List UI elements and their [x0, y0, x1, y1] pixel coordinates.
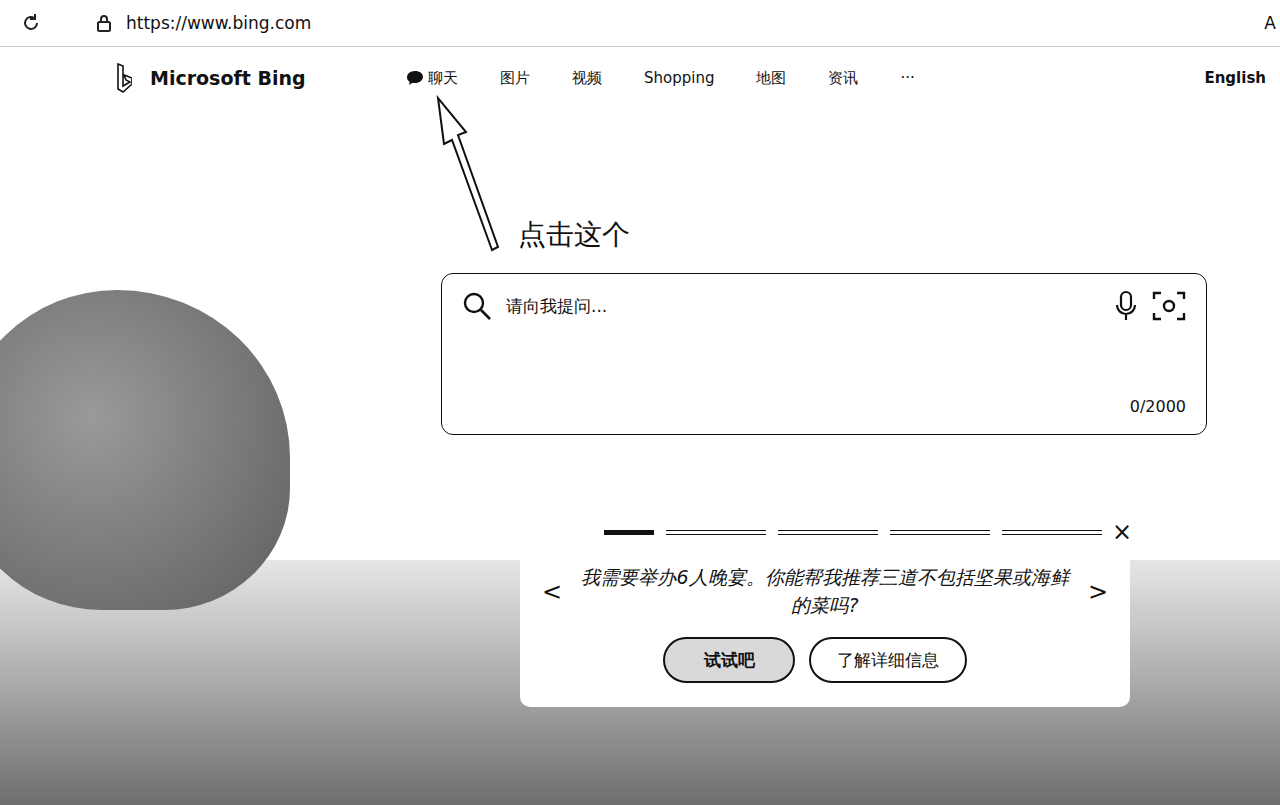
- toolbar-text[interactable]: A: [1264, 13, 1280, 33]
- nav-item[interactable]: ···: [900, 69, 914, 87]
- bing-logo-icon: [116, 63, 132, 93]
- nav-item[interactable]: Shopping: [644, 69, 714, 87]
- carousel-step[interactable]: [604, 530, 654, 535]
- address-bar: https://www.bing.com A: [0, 0, 1280, 47]
- search-icon: [462, 291, 492, 321]
- nav-item[interactable]: 图片: [500, 69, 530, 88]
- nav-item[interactable]: 聊天: [406, 69, 458, 88]
- tree-shape: [0, 290, 290, 610]
- search-placeholder[interactable]: 请向我提问...: [506, 295, 1100, 318]
- header-nav: Microsoft Bing 聊天 图片 视频 Shopping 地图 资讯 ·…: [0, 47, 1280, 109]
- card-button[interactable]: 了解详细信息: [809, 637, 967, 683]
- carousel-step[interactable]: [890, 530, 990, 535]
- logo[interactable]: Microsoft Bing: [116, 63, 406, 93]
- search-box[interactable]: 请向我提问... 0/2000: [441, 273, 1207, 435]
- camera-icon[interactable]: [1152, 290, 1186, 322]
- carousel-step[interactable]: [778, 530, 878, 535]
- next-button[interactable]: >: [1082, 578, 1114, 606]
- browser-page: https://www.bing.com A Microsoft Bing 聊天…: [0, 0, 1280, 805]
- nav-item[interactable]: 资讯: [828, 69, 858, 88]
- chat-icon: [406, 70, 424, 86]
- annotation: 点击这个: [430, 90, 670, 260]
- suggestion-card: × < 我需要举办6人晚宴。你能帮我推荐三道不包括坚果或海鲜的菜吗? > 试试吧…: [520, 506, 1130, 707]
- pointer-arrow-icon: [430, 90, 510, 260]
- previous-button[interactable]: <: [536, 578, 568, 606]
- lock-icon: [96, 14, 112, 32]
- language-button[interactable]: English: [1200, 67, 1270, 89]
- main-area: 请向我提问... 0/2000 × < 我需要举办6人晚宴。你能帮我推荐三道不包…: [0, 109, 1280, 707]
- carousel-steps: [536, 530, 1102, 535]
- reload-icon[interactable]: [20, 12, 42, 34]
- nav-item[interactable]: 视频: [572, 69, 602, 88]
- char-counter: 0/2000: [1130, 397, 1186, 416]
- close-button[interactable]: ×: [1102, 518, 1146, 546]
- carousel-step[interactable]: [1002, 530, 1102, 535]
- carousel-step[interactable]: [666, 530, 766, 535]
- card-button[interactable]: 试试吧: [663, 637, 795, 683]
- microphone-icon[interactable]: [1114, 290, 1138, 322]
- url-field[interactable]: https://www.bing.com: [126, 13, 1250, 33]
- suggestion-prompt: 我需要举办6人晚宴。你能帮我推荐三道不包括坚果或海鲜的菜吗?: [580, 564, 1070, 619]
- nav-item[interactable]: 地图: [756, 69, 786, 88]
